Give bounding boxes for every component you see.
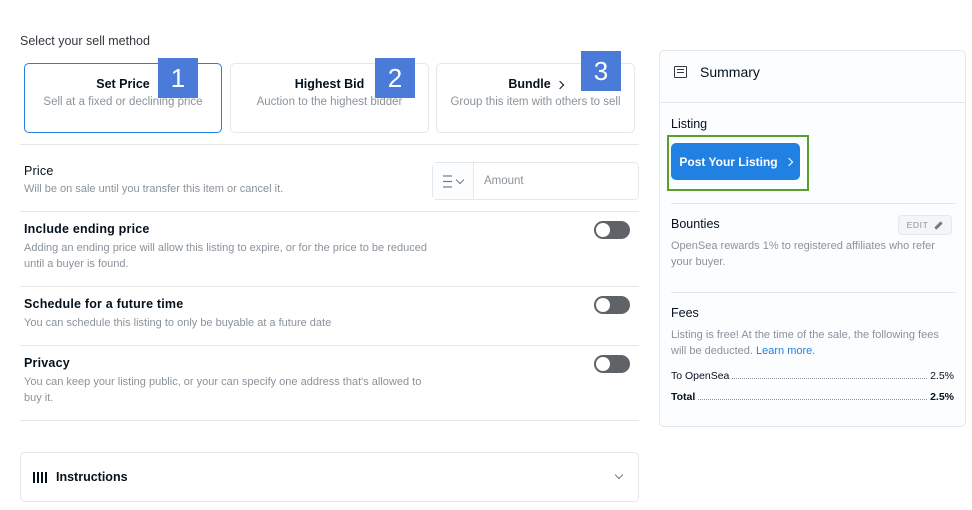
- chevron-right-icon: [784, 157, 793, 167]
- amount-input[interactable]: [474, 163, 638, 199]
- dotted-leader: [732, 378, 928, 379]
- schedule-toggle[interactable]: [594, 296, 630, 314]
- ethereum-icon: [443, 174, 452, 188]
- annotation-badge-3: 3: [581, 51, 621, 91]
- chevron-down-icon: [614, 470, 624, 480]
- schedule-title: Schedule for a future time: [24, 297, 184, 311]
- chevron-right-icon: [555, 80, 564, 89]
- toggle-knob: [596, 298, 610, 312]
- summary-title: Summary: [700, 64, 760, 80]
- annotation-badge-2: 2: [375, 58, 415, 98]
- fee-label: To OpenSea: [671, 370, 730, 382]
- bounties-text: OpenSea rewards 1% to registered affilia…: [671, 240, 935, 268]
- fees-text: Listing is free! At the time of the sale…: [671, 327, 956, 359]
- ending-price-description: Adding an ending price will allow this l…: [24, 242, 427, 270]
- ending-price-toggle[interactable]: [594, 221, 630, 239]
- divider: [671, 292, 956, 293]
- list-icon: [674, 66, 687, 78]
- instructions-panel[interactable]: Instructions: [20, 452, 639, 502]
- edit-bounties-button[interactable]: EDIT: [898, 215, 952, 235]
- schedule-description: You can schedule this listing to only be…: [24, 317, 332, 329]
- privacy-description: You can keep your listing public, or you…: [24, 376, 422, 404]
- post-listing-label: Post Your Listing: [679, 154, 778, 169]
- barcode-icon: [33, 472, 47, 483]
- fee-value: 2.5%: [930, 370, 954, 382]
- divider: [20, 144, 639, 145]
- learn-more-link[interactable]: Learn more.: [756, 345, 815, 357]
- sell-method-heading: Select your sell method: [20, 34, 150, 48]
- fees-label: Fees: [671, 306, 699, 320]
- listing-label: Listing: [671, 117, 708, 131]
- price-description: Will be on sale until you transfer this …: [24, 183, 284, 195]
- privacy-toggle[interactable]: [594, 355, 630, 373]
- highest-bid-title: Highest Bid: [294, 77, 365, 91]
- divider: [20, 211, 639, 212]
- instructions-label: Instructions: [56, 470, 128, 484]
- price-field: [432, 162, 639, 200]
- dotted-leader: [698, 399, 928, 400]
- fee-row-total: Total 2.5%: [671, 391, 954, 403]
- divider: [671, 203, 956, 204]
- toggle-knob: [596, 357, 610, 371]
- bounties-label: Bounties: [671, 217, 720, 231]
- ending-price-title: Include ending price: [24, 222, 150, 236]
- toggle-knob: [596, 223, 610, 237]
- fee-row-opensea: To OpenSea 2.5%: [671, 370, 954, 382]
- post-listing-button[interactable]: Post Your Listing: [671, 143, 800, 180]
- divider: [20, 345, 639, 346]
- divider: [20, 420, 639, 421]
- pencil-icon: [934, 220, 944, 230]
- fee-value: 2.5%: [930, 391, 954, 403]
- bundle-subtitle: Group this item with others to sell: [450, 96, 621, 108]
- chevron-down-icon: [455, 175, 465, 184]
- bundle-title: Bundle: [508, 77, 551, 91]
- price-title: Price: [24, 164, 54, 178]
- set-price-title: Set Price: [96, 77, 150, 91]
- edit-label: EDIT: [906, 220, 929, 230]
- fee-label: Total: [671, 391, 696, 403]
- annotation-badge-1: 1: [158, 58, 198, 98]
- summary-header: Summary: [660, 51, 965, 103]
- privacy-title: Privacy: [24, 356, 70, 370]
- currency-select[interactable]: [433, 163, 474, 199]
- divider: [20, 286, 639, 287]
